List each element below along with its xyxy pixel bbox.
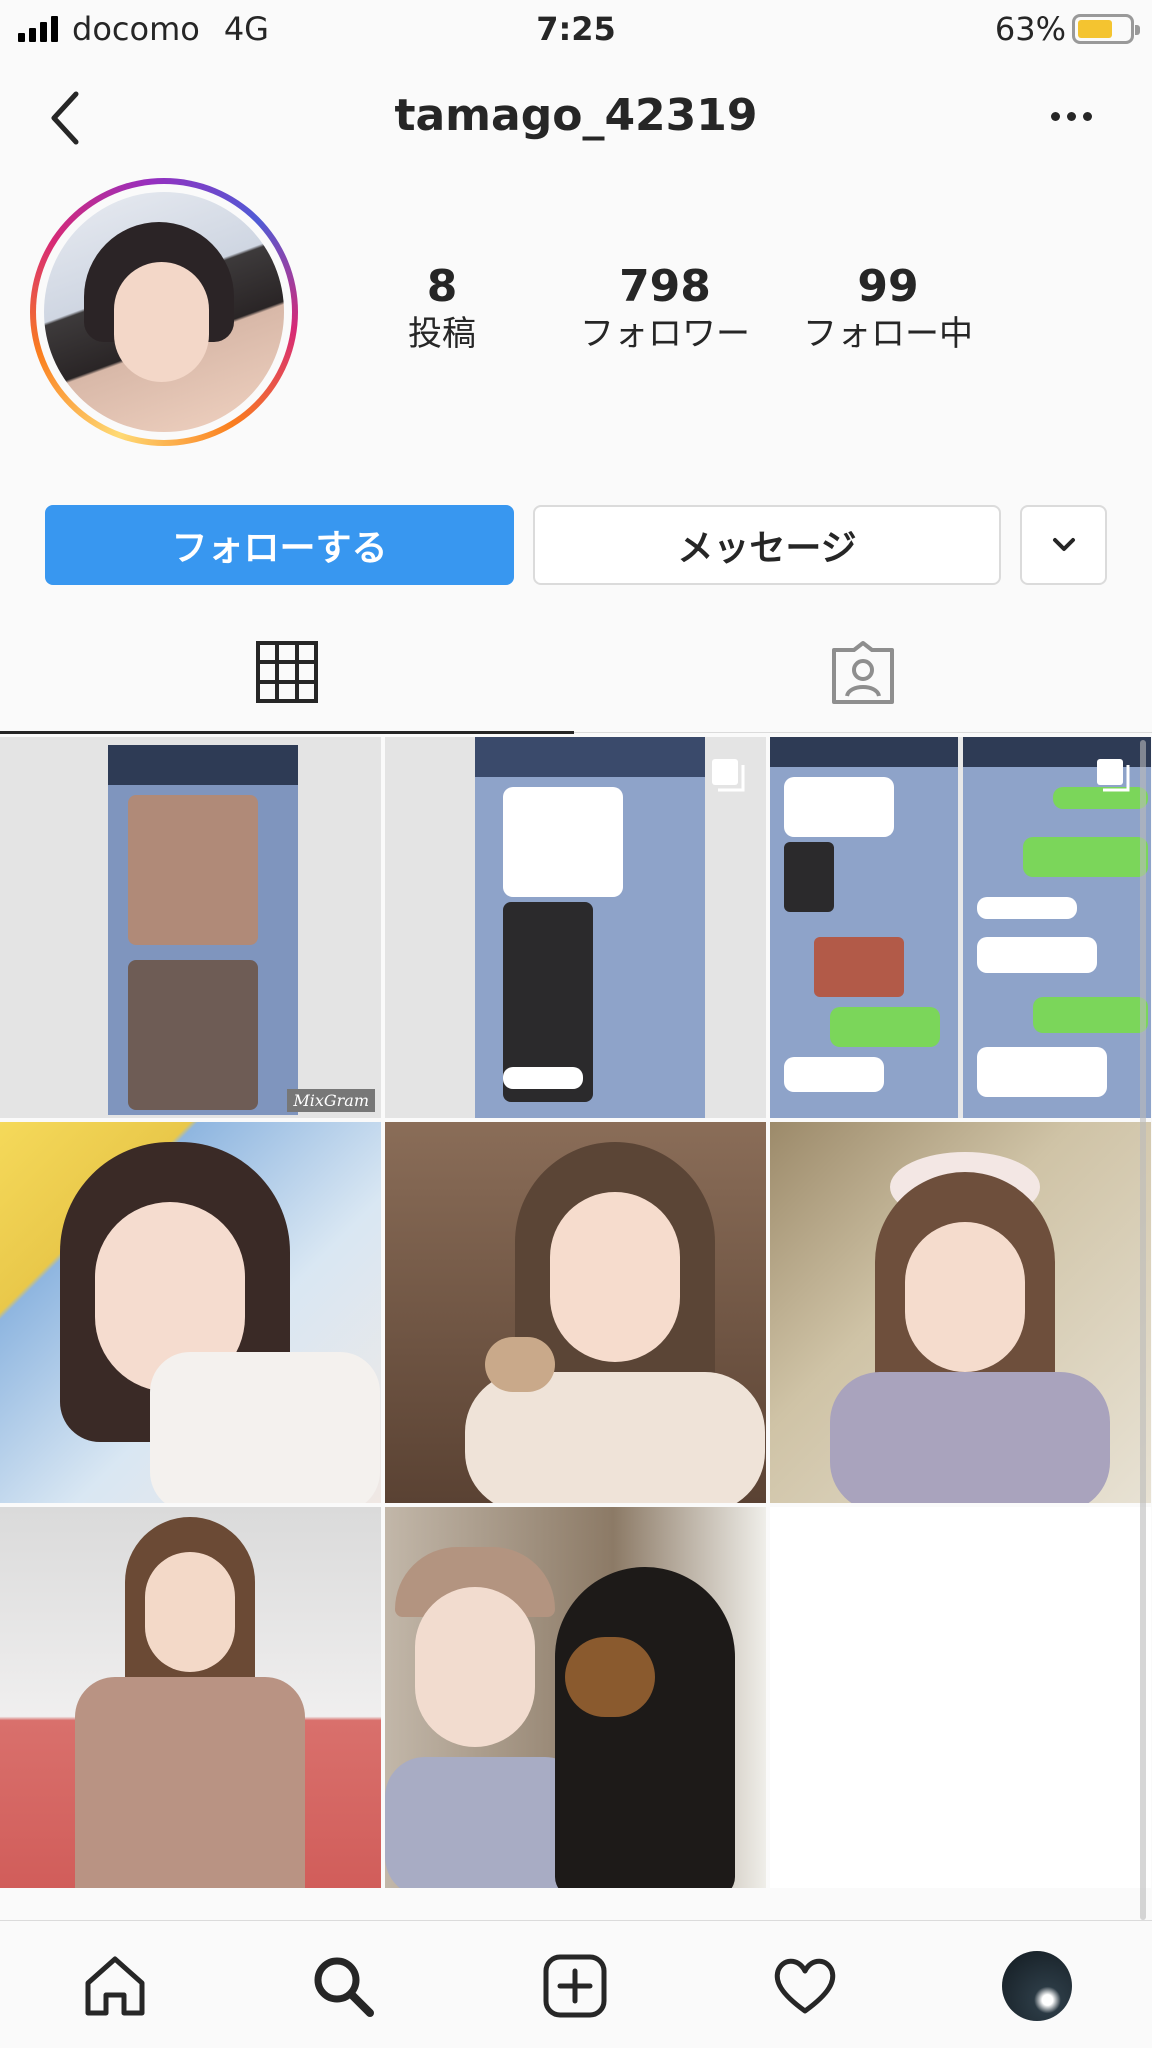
battery-icon: [1072, 14, 1140, 44]
search-icon[interactable]: [308, 1951, 378, 2021]
follow-button[interactable]: フォローする: [45, 505, 514, 585]
stat-label: フォロワー: [580, 314, 750, 354]
stat-label: 投稿: [408, 314, 476, 354]
heart-icon[interactable]: [770, 1951, 840, 2021]
post-thumbnail[interactable]: [0, 1122, 381, 1503]
multiple-posts-icon: [712, 759, 745, 792]
stat-following[interactable]: 99 フォロー中: [788, 262, 988, 356]
stat-value: 798: [619, 261, 711, 312]
post-grid-empty-cell: [770, 1507, 1151, 1888]
post-thumbnail[interactable]: [385, 737, 766, 1118]
avatar: [44, 192, 284, 432]
battery-percent: 63%: [994, 10, 1066, 48]
message-button[interactable]: メッセージ: [533, 505, 1001, 585]
status-right: 63%: [994, 10, 1140, 48]
grid-icon[interactable]: [255, 640, 319, 704]
page-title: tamago_42319: [394, 90, 758, 141]
suggested-dropdown-button[interactable]: [1020, 505, 1107, 585]
scrollbar[interactable]: [1140, 740, 1146, 1920]
profile-avatar[interactable]: [1002, 1951, 1072, 2021]
stat-value: 99: [857, 261, 919, 312]
clock: 7:25: [536, 10, 616, 48]
profile-header: tamago_42319: [0, 68, 1152, 168]
stat-value: 8: [426, 261, 458, 312]
home-icon[interactable]: [80, 1951, 150, 2021]
post-thumbnail[interactable]: [770, 737, 1151, 1118]
add-post-icon[interactable]: [540, 1951, 610, 2021]
profile-tabs: [0, 620, 1152, 735]
chevron-down-icon: [1052, 538, 1075, 551]
avatar-story-ring[interactable]: [30, 178, 298, 446]
tagged-icon[interactable]: [830, 640, 896, 706]
bottom-tab-bar: [0, 1920, 1152, 2048]
stat-label: フォロー中: [803, 314, 973, 354]
post-thumbnail[interactable]: [385, 1122, 766, 1503]
multiple-posts-icon: [1097, 759, 1130, 792]
post-thumbnail[interactable]: MixGram: [0, 737, 381, 1118]
post-thumbnail[interactable]: [0, 1507, 381, 1888]
post-thumbnail[interactable]: [770, 1122, 1151, 1503]
stat-posts[interactable]: 8 投稿: [342, 262, 542, 356]
more-horizontal-icon[interactable]: [1051, 112, 1092, 121]
status-bar: docomo 4G 7:25 63%: [0, 0, 1152, 60]
watermark-label: MixGram: [287, 1089, 375, 1112]
post-thumbnail[interactable]: [385, 1507, 766, 1888]
active-tab-indicator: [0, 731, 574, 734]
stat-followers[interactable]: 798 フォロワー: [565, 262, 765, 356]
